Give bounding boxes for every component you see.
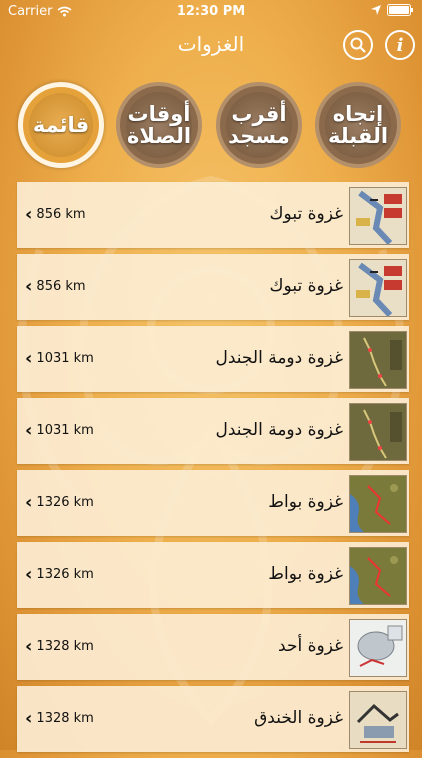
map-thumbnail [349,691,407,749]
chevron-left-icon: ‹ [25,708,33,729]
distance-label: ‹ 1326 km [25,492,94,513]
chevron-left-icon: ‹ [25,348,33,369]
list-item[interactable]: ‹ 1031 km غزوة دومة الجندل [17,398,409,464]
battle-name: غزوة الخندق [254,708,343,728]
chevron-left-icon: ‹ [25,564,33,585]
distance-label: ‹ 1326 km [25,564,94,585]
list-item[interactable]: ‹ 1031 km غزوة دومة الجندل [17,326,409,392]
battle-name: غزوة بواط [268,492,343,512]
map-thumbnail [349,331,407,389]
list-item[interactable]: ‹ 856 km غزوة تبوك [17,254,409,320]
tab-prayer-times-label: أوقات الصلاة [126,102,192,148]
chevron-left-icon: ‹ [25,636,33,657]
battle-name: غزوة تبوك [269,204,343,224]
distance-label: ‹ 1031 km [25,420,94,441]
map-thumbnail [349,547,407,605]
status-bar: Carrier 12:30 PM [0,0,422,22]
distance-label: ‹ 1328 km [25,636,94,657]
battle-name: غزوة تبوك [269,276,343,296]
battle-name: غزوة أحد [278,636,343,656]
tab-prayer-times[interactable]: أوقات الصلاة [116,82,202,168]
distance-label: ‹ 856 km [25,204,86,225]
clock: 12:30 PM [176,4,246,19]
tab-nearest-mosque-label: أقرب مسجد [228,102,290,148]
battle-name: غزوة دومة الجندل [215,348,343,368]
distance-label: ‹ 1031 km [25,348,94,369]
distance-label: ‹ 1328 km [25,708,94,729]
battle-list: ‹ 856 km غزوة تبوك ‹ 856 km غزوة تبوك ‹ 103… [17,182,409,758]
location-icon [371,5,381,15]
battery-icon [387,4,413,16]
tab-qibla-direction[interactable]: إتجاه القبلة [315,82,401,168]
chevron-left-icon: ‹ [25,492,33,513]
list-item[interactable]: ‹ 1326 km غزوة بواط [17,470,409,536]
distance-label: ‹ 856 km [25,276,86,297]
tab-list[interactable]: قائمة [18,82,104,168]
tab-qibla-direction-label: إتجاه القبلة [327,102,389,148]
info-icon: i [396,34,404,56]
battle-name: غزوة بواط [268,564,343,584]
chevron-left-icon: ‹ [25,276,33,297]
list-item[interactable]: ‹ 856 km غزوة تبوك [17,182,409,248]
map-thumbnail [349,259,407,317]
map-thumbnail [349,403,407,461]
search-button[interactable] [343,30,373,60]
map-thumbnail [349,619,407,677]
chevron-left-icon: ‹ [25,420,33,441]
tab-list-label: قائمة [32,113,90,137]
list-item[interactable]: ‹ 1326 km غزوة بواط [17,542,409,608]
list-item[interactable]: ‹ 1328 km غزوة الخندق [17,686,409,752]
map-thumbnail [349,187,407,245]
info-button[interactable]: i [385,30,415,60]
chevron-left-icon: ‹ [25,204,33,225]
search-icon [350,37,366,53]
list-item[interactable]: ‹ 1328 km غزوة أحد [17,614,409,680]
battle-name: غزوة دومة الجندل [215,420,343,440]
map-thumbnail [349,475,407,533]
tab-nearest-mosque[interactable]: أقرب مسجد [216,82,302,168]
